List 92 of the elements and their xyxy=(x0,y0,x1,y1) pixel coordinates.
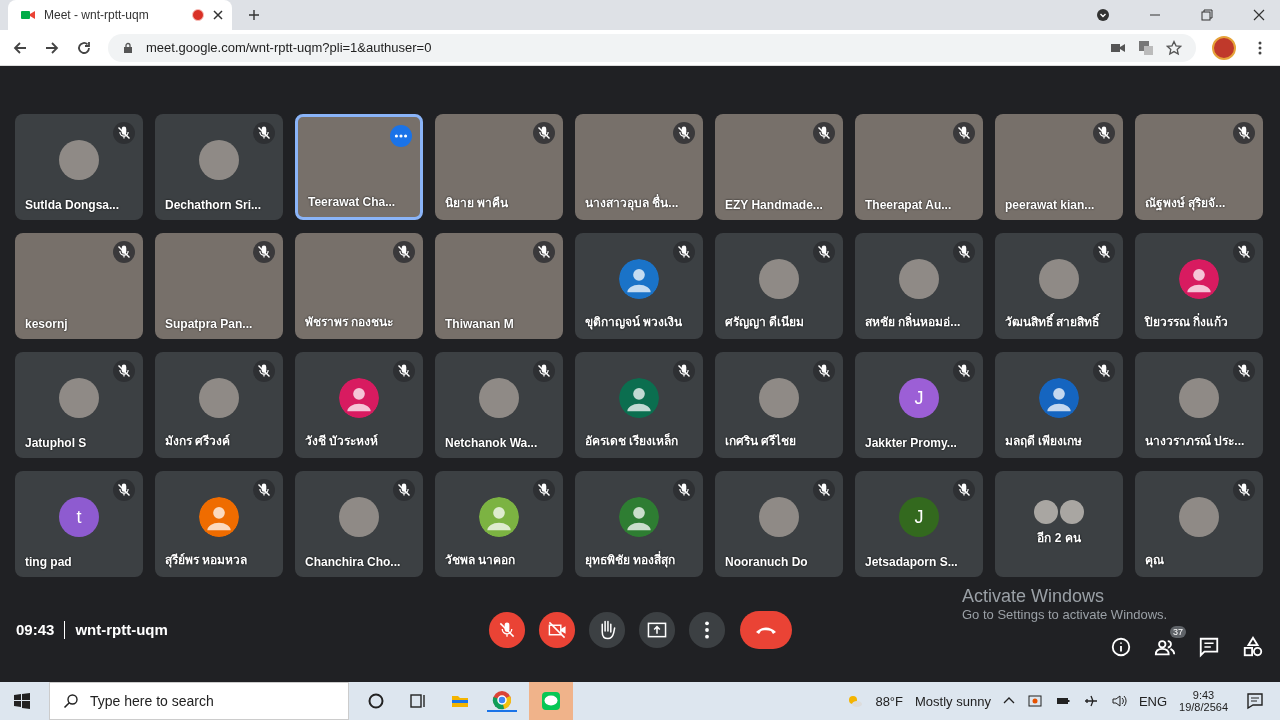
participant-name: ปิยวรรณ กิ่งแก้ว xyxy=(1145,312,1229,331)
participant-name: Jatuphol S xyxy=(25,436,87,450)
forward-icon[interactable] xyxy=(44,39,60,56)
star-icon[interactable] xyxy=(1166,39,1182,56)
tab-title: Meet - wnt-rptt-uqm xyxy=(44,8,150,22)
participant-name: ณัฐพงษ์ สุริยจั... xyxy=(1145,195,1226,212)
participant-name: สุรีย์พร หอมหวล xyxy=(165,552,248,569)
meeting-time: 09:43 xyxy=(16,621,55,638)
participant-name: วัฒนสิทธิ์ สายสิทธิ์ xyxy=(1005,312,1100,331)
present-screen-button[interactable] xyxy=(638,610,676,649)
new-tab-icon[interactable] xyxy=(248,9,260,21)
avatar-photo xyxy=(1179,497,1219,537)
participant-count-badge: 37 xyxy=(1170,625,1186,638)
activities-icon[interactable] xyxy=(1242,635,1264,658)
temperature: 88°F xyxy=(875,693,903,709)
weather-text: Mostly sunny xyxy=(915,693,991,709)
participant-name: เกศริน ศรีไชย xyxy=(725,433,797,450)
avatar-group xyxy=(1034,500,1084,524)
participant-name: วังชี บัวระหงห์ xyxy=(305,433,379,450)
leave-call-button[interactable] xyxy=(740,609,792,650)
participant-name: นิยาย พาคืน xyxy=(445,195,509,212)
speaker-icon[interactable] xyxy=(1110,693,1127,709)
participant-name: Theerapat Au... xyxy=(865,198,952,212)
avatar-photo xyxy=(59,140,99,180)
participant-name: วัชพล นาคอก xyxy=(445,552,516,569)
participant-name: นางวราภรณ์ ประ... xyxy=(1145,433,1245,450)
participant-name: Dechathorn Sri... xyxy=(165,198,262,212)
participant-name: peerawat kian... xyxy=(1005,198,1095,212)
activation-title: Activate Windows xyxy=(962,585,1106,607)
avatar-photo xyxy=(59,378,99,418)
avatar-photo xyxy=(759,259,799,299)
avatar-photo xyxy=(759,497,799,537)
restore-icon[interactable] xyxy=(1200,8,1214,22)
tab-search-icon[interactable] xyxy=(1096,8,1110,22)
activation-subtitle: Go to Settings to activate Windows. xyxy=(962,606,1168,622)
participant-name: พัชราพร กองชนะ xyxy=(305,314,394,331)
participant-name: Supatpra Pan... xyxy=(165,317,253,331)
participant-name: Chanchira Cho... xyxy=(305,555,401,569)
participant-name: ศรัญญา ดีเนียม xyxy=(725,314,805,331)
avatar-photo xyxy=(759,378,799,418)
close-icon[interactable] xyxy=(212,9,224,21)
participant-name: kesornj xyxy=(25,317,68,331)
avatar-photo xyxy=(479,378,519,418)
avatar-photo xyxy=(199,140,239,180)
participant-name: มังกร ศรีวงค์ xyxy=(165,433,231,450)
avatar-photo xyxy=(1039,259,1079,299)
participant-name: EZY Handmade... xyxy=(725,198,823,212)
browser-tab[interactable]: Meet - wnt-rptt-uqm xyxy=(8,0,232,30)
participant-name: Netchanok Wa... xyxy=(445,436,538,450)
close-icon[interactable] xyxy=(1252,8,1266,22)
lock-icon xyxy=(122,41,134,54)
meeting-code: wnt-rptt-uqm xyxy=(75,621,168,638)
info-icon[interactable] xyxy=(1110,635,1132,658)
avatar-photo xyxy=(199,378,239,418)
participant-name: นางสาวอุบล ชื่น... xyxy=(585,193,679,212)
participant-name: อีก 2 คน xyxy=(1036,530,1082,547)
back-icon[interactable] xyxy=(12,39,28,56)
recording-icon xyxy=(192,9,204,21)
participant-name: ยุทธพิชัย ทองสี่สุก xyxy=(585,550,676,569)
tray-icon[interactable] xyxy=(1026,693,1043,709)
avatar-photo xyxy=(899,259,939,299)
participant-name: คุณ xyxy=(1145,552,1164,569)
participant-name: Teerawat Cha... xyxy=(308,195,396,209)
participant-name: อัครเดช เรียงเหล็ก xyxy=(585,432,679,450)
raise-hand-button[interactable] xyxy=(588,610,626,649)
profile-avatar[interactable] xyxy=(1212,35,1236,60)
camera-off-button[interactable] xyxy=(538,610,576,649)
mic-off-button[interactable] xyxy=(488,610,526,649)
participant-name: ขุติกาญจน์ พวงเงิน xyxy=(585,314,683,331)
participant-name: มลฤดี เพียงเกษ xyxy=(1005,433,1083,450)
more-options-button[interactable] xyxy=(688,610,726,649)
language-indicator[interactable]: ENG xyxy=(1138,693,1168,709)
participant-name: ting pad xyxy=(25,555,72,569)
address-field[interactable]: meet.google.com/wnt-rptt-uqm?pli=1&authuser=0 xyxy=(108,33,1196,62)
participant-name: Thiwanan M xyxy=(445,317,514,331)
avatar-photo xyxy=(339,497,379,537)
participant-name: Jakkter Promy... xyxy=(865,436,957,450)
more-options-button[interactable] xyxy=(390,125,412,147)
reload-icon[interactable] xyxy=(76,39,92,56)
participant-name: Nooranuch Do xyxy=(725,555,808,569)
participant-name: สหชัย กลิ่นหอมอ่... xyxy=(865,312,961,331)
browser-icon[interactable] xyxy=(487,690,517,712)
clock-time: 9:43 xyxy=(1192,689,1215,701)
clock-date: 19/8/2564 xyxy=(1179,701,1228,713)
avatar-photo xyxy=(1179,378,1219,418)
chat-icon[interactable] xyxy=(1198,635,1220,658)
initial-avatar: J xyxy=(899,378,939,418)
initial-avatar: J xyxy=(899,497,939,537)
participant-name: Sutlda Dongsa... xyxy=(25,198,119,212)
participant-name: Jetsadaporn S... xyxy=(865,555,958,569)
initial-avatar: t xyxy=(59,497,99,537)
taskbar-search-field[interactable]: Type here to search xyxy=(49,682,349,720)
